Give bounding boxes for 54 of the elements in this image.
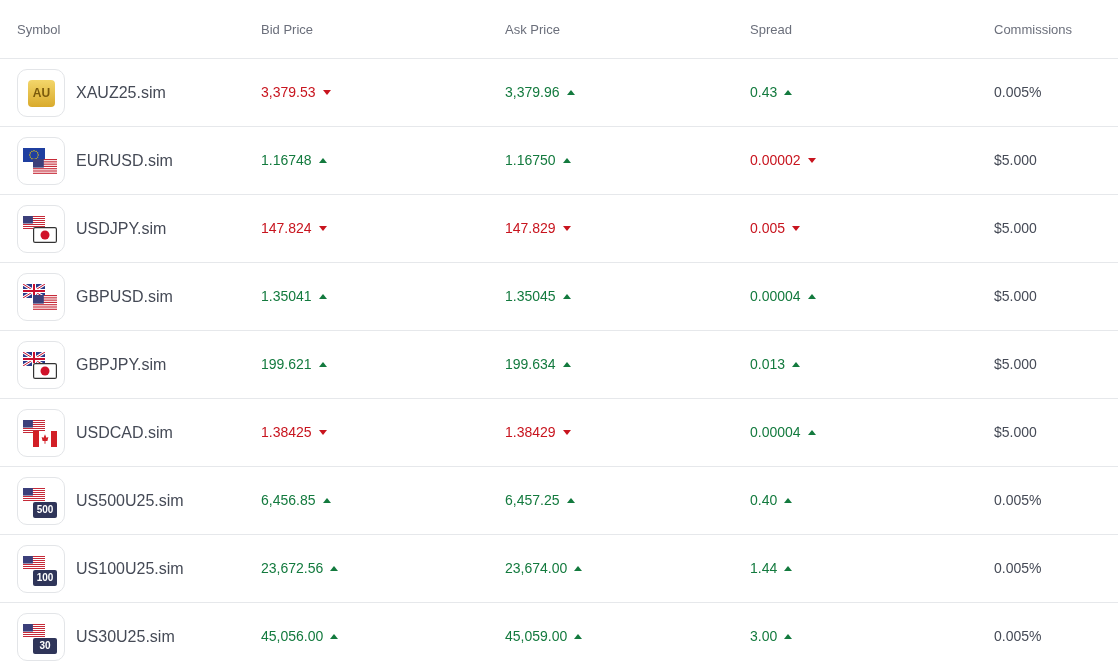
price-value: 1.16750 — [505, 151, 556, 170]
index-badge: 100 — [33, 569, 57, 586]
index-badge: 30 — [33, 637, 57, 654]
price-value: 0.00002 — [750, 151, 801, 170]
price-value: 3,379.53 — [261, 83, 316, 102]
price-value: 3.00 — [750, 627, 778, 646]
commission-value: $5.000 — [994, 355, 1037, 374]
price-value: 45,056.00 — [261, 627, 324, 646]
price-value: 199.621 — [261, 355, 312, 374]
price-value: 1.38425 — [261, 423, 312, 442]
symbol-name: US500U25.sim — [76, 490, 184, 511]
price-value: 147.829 — [505, 219, 556, 238]
commission-value: 0.005% — [994, 627, 1042, 646]
symbol-name: US100U25.sim — [76, 558, 184, 579]
price-value: 1.44 — [750, 559, 778, 578]
column-header: Bid Price — [261, 22, 314, 37]
symbol-name: XAUZ25.sim — [76, 82, 166, 103]
commission-value: $5.000 — [994, 151, 1037, 170]
price-value: 45,059.00 — [505, 627, 568, 646]
symbol-name: GBPJPY.sim — [76, 354, 167, 375]
price-value: 23,672.56 — [261, 559, 324, 578]
column-header: Commissions — [994, 22, 1072, 37]
column-header: Ask Price — [505, 22, 560, 37]
price-value: 23,674.00 — [505, 559, 568, 578]
price-value: 3,379.96 — [505, 83, 560, 102]
symbol-name: USDJPY.sim — [76, 218, 167, 239]
price-value: 0.013 — [750, 355, 786, 374]
price-value: 1.38429 — [505, 423, 556, 442]
column-header: Spread — [750, 22, 792, 37]
price-value: 0.40 — [750, 491, 778, 510]
price-value: 0.00004 — [750, 287, 801, 306]
commission-value: 0.005% — [994, 83, 1042, 102]
price-value: 6,457.25 — [505, 491, 560, 510]
symbol-name: GBPUSD.sim — [76, 286, 173, 307]
symbol-name: US30U25.sim — [76, 626, 175, 647]
commission-value: $5.000 — [994, 423, 1037, 442]
commission-value: 0.005% — [994, 491, 1042, 510]
price-value: 1.35041 — [261, 287, 312, 306]
commission-value: 0.005% — [994, 559, 1042, 578]
price-value: 6,456.85 — [261, 491, 316, 510]
commission-value: $5.000 — [994, 287, 1037, 306]
price-value: 0.43 — [750, 83, 778, 102]
symbol-name: USDCAD.sim — [76, 422, 173, 443]
price-value: 1.16748 — [261, 151, 312, 170]
price-value: 199.634 — [505, 355, 556, 374]
column-header: Symbol — [17, 22, 61, 37]
metal-symbol: AU — [28, 79, 55, 107]
price-value: 0.00004 — [750, 423, 801, 442]
price-value: 1.35045 — [505, 287, 556, 306]
price-value: 147.824 — [261, 219, 312, 238]
price-value: 0.005 — [750, 219, 786, 238]
index-badge: 500 — [33, 501, 57, 518]
commission-value: $5.000 — [994, 219, 1037, 238]
symbol-name: EURUSD.sim — [76, 150, 173, 171]
